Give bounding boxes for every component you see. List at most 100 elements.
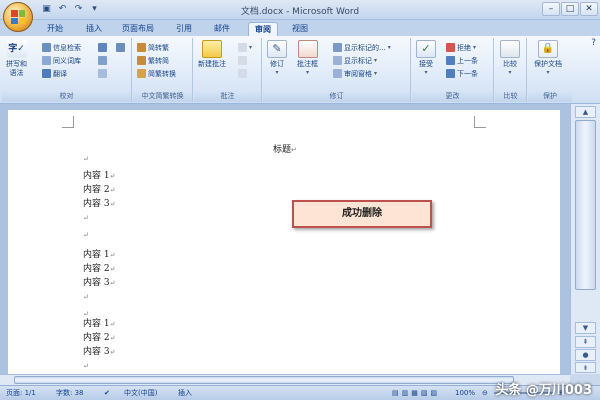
next-page-icon[interactable]: ⇟: [575, 362, 596, 373]
spelling-grammar-button[interactable]: 字✓ 拼写和 语法: [6, 40, 27, 78]
balloons-button[interactable]: 批注框 ▾: [297, 40, 318, 76]
page-count[interactable]: 页面: 1/1: [6, 388, 36, 399]
web-layout-view-icon[interactable]: ▦: [411, 388, 418, 399]
group-label-compare: 比较: [495, 91, 526, 102]
group-chinese-conversion: 简转繁 繁转简 简繁转换 中文简繁转换: [133, 38, 193, 102]
content-line: 内容 1↵: [83, 171, 116, 181]
reviewing-pane-icon: [333, 69, 342, 78]
insert-mode-status[interactable]: 插入: [178, 388, 192, 399]
protect-document-button[interactable]: 🔒 保护文档 ▾: [534, 40, 562, 76]
content-line: 内容 3↵: [83, 199, 116, 209]
tab-review[interactable]: 审阅: [248, 22, 278, 36]
thesaurus-icon: [42, 56, 51, 65]
tab-insert[interactable]: 插入: [80, 22, 108, 36]
delete-comment-icon: [238, 43, 247, 52]
tab-mailings[interactable]: 邮件: [208, 22, 236, 36]
translate-button[interactable]: 翻译: [42, 68, 67, 79]
select-browse-object-icon[interactable]: ●: [575, 349, 596, 361]
tab-page-layout[interactable]: 页面布局: [116, 22, 160, 36]
ribbon: 字✓ 拼写和 语法 信息检索 同义词库 翻译 校对 简转繁 繁转简 简繁转换 中…: [0, 36, 600, 104]
group-label-protect: 保护: [528, 91, 572, 102]
watermark: 头条 @万川003: [495, 383, 592, 398]
to-traditional-button[interactable]: 简转繁: [137, 42, 169, 53]
thesaurus-button[interactable]: 同义词库: [42, 55, 81, 66]
horizontal-scroll-thumb[interactable]: [14, 376, 514, 384]
new-comment-button[interactable]: 新建批注: [198, 40, 226, 69]
document-heading: 标题↵: [273, 145, 297, 155]
reviewing-pane-button[interactable]: 审阅窗格 ▾: [333, 68, 377, 79]
previous-comment-button[interactable]: [238, 55, 247, 66]
empty-paragraph: ↵: [83, 214, 89, 222]
content-line: 内容 1↵: [83, 319, 116, 329]
print-layout-view-icon[interactable]: ▤: [392, 388, 399, 399]
previous-change-button[interactable]: 上一条: [446, 55, 478, 66]
previous-page-icon[interactable]: ⇞: [575, 336, 596, 348]
ribbon-tabs: 开始 插入 页面布局 引用 邮件 审阅 视图: [0, 20, 600, 36]
window-title: 文档.docx - Microsoft Word: [240, 7, 360, 17]
outline-view-icon[interactable]: ▧: [421, 388, 428, 399]
maximize-button[interactable]: □: [561, 2, 579, 16]
empty-paragraph: ↵: [83, 362, 89, 370]
accept-icon: ✓: [416, 40, 436, 58]
zoom-out-icon[interactable]: ⊖: [482, 388, 488, 399]
research-icon: [42, 43, 51, 52]
horizontal-scrollbar[interactable]: [0, 374, 570, 385]
to-simplified-icon: [137, 56, 146, 65]
margin-corner-top-left: [62, 116, 74, 128]
group-label-comments: 批注: [194, 91, 261, 102]
word-count[interactable]: 字数: 38: [56, 388, 84, 399]
proofing-status-icon[interactable]: ✔: [104, 388, 110, 399]
close-button[interactable]: ✕: [580, 2, 598, 16]
translation-tip-button[interactable]: [98, 42, 107, 53]
scroll-down-arrow-icon[interactable]: ▼: [575, 322, 596, 334]
minimize-button[interactable]: –: [542, 2, 560, 16]
office-button[interactable]: [3, 2, 33, 32]
empty-paragraph: ↵: [83, 155, 89, 163]
vertical-scroll-thumb[interactable]: [575, 120, 596, 290]
full-screen-view-icon[interactable]: ▥: [402, 388, 409, 399]
group-label-proofing: 校对: [2, 91, 131, 102]
proofing-extra-button[interactable]: [116, 42, 125, 53]
reject-button[interactable]: 拒绝 ▾: [446, 42, 476, 53]
lock-icon: 🔒: [538, 40, 558, 58]
spelling-icon: 字✓: [6, 40, 27, 58]
group-tracking: ✎ 修订 ▾ 批注框 ▾ 显示标记的... ▾ 显示标记 ▾ 审阅窗格 ▾ 修订: [263, 38, 411, 102]
word-count-button[interactable]: [98, 68, 107, 79]
draft-view-icon[interactable]: ▨: [431, 388, 438, 399]
display-review-icon: [333, 43, 342, 52]
tab-references[interactable]: 引用: [170, 22, 198, 36]
next-change-button[interactable]: 下一条: [446, 68, 478, 79]
language-status[interactable]: 中文(中国): [124, 388, 157, 399]
word-count-icon: [98, 69, 107, 78]
scroll-up-arrow-icon[interactable]: ▲: [575, 106, 596, 118]
tab-home[interactable]: 开始: [40, 22, 70, 36]
previous-comment-icon: [238, 56, 247, 65]
group-proofing: 字✓ 拼写和 语法 信息检索 同义词库 翻译 校对: [2, 38, 132, 102]
margin-corner-top-right: [474, 116, 486, 128]
display-for-review-dropdown[interactable]: 显示标记的... ▾: [333, 42, 391, 53]
track-changes-button[interactable]: ✎ 修订 ▾: [267, 40, 287, 76]
show-markup-button[interactable]: 显示标记 ▾: [333, 55, 377, 66]
content-line: 内容 2↵: [83, 185, 116, 195]
next-change-icon: [446, 69, 455, 78]
document-page[interactable]: 标题↵ ↵ 内容 1↵ 内容 2↵ 内容 3↵ ↵ ↵ 内容 1↵ 内容 2↵ …: [8, 110, 560, 390]
compare-button[interactable]: 比较 ▾: [500, 40, 520, 76]
to-simplified-button[interactable]: 繁转简: [137, 55, 169, 66]
content-line: 内容 3↵: [83, 347, 116, 357]
research-button[interactable]: 信息检索: [42, 42, 81, 53]
vertical-scrollbar[interactable]: ▲ ▼ ⇞ ● ⇟: [570, 104, 600, 374]
empty-paragraph: ↵: [83, 293, 89, 301]
document-area: 标题↵ ↵ 内容 1↵ 内容 2↵ 内容 3↵ ↵ ↵ 内容 1↵ 内容 2↵ …: [0, 104, 570, 390]
accept-button[interactable]: ✓ 接受 ▾: [416, 40, 436, 76]
group-comments: 新建批注 ▾ 批注: [194, 38, 262, 102]
zoom-level[interactable]: 100%: [455, 388, 475, 399]
content-line: 内容 2↵: [83, 264, 116, 274]
group-label-chinese-conversion: 中文简繁转换: [133, 91, 192, 102]
help-icon[interactable]: ?: [591, 38, 596, 48]
show-markup-icon: [333, 56, 342, 65]
tab-view[interactable]: 视图: [286, 22, 314, 36]
delete-comment-button[interactable]: ▾: [238, 42, 252, 53]
set-language-button[interactable]: [98, 55, 107, 66]
simplified-traditional-convert-button[interactable]: 简繁转换: [137, 68, 176, 79]
next-comment-button[interactable]: [238, 68, 247, 79]
